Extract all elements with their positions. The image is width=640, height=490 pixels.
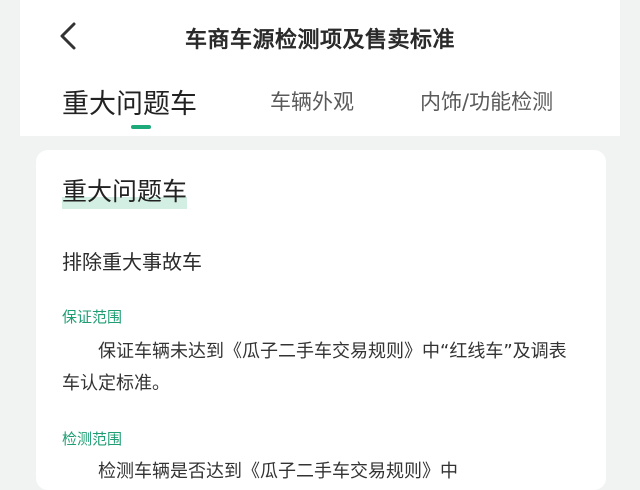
inspection-scope-text: 检测车辆是否达到《瓜子二手车交易规则》中 — [98, 461, 458, 482]
guarantee-scope-text: 保证车辆未达到《瓜子二手车交易规则》中“红线车”及调表车认定标准。 — [62, 341, 567, 394]
page-title: 车商车源检测项及售卖标准 — [184, 28, 455, 53]
tab-bar: 重大问题车 车辆外观 内饰/功能检测 — [20, 72, 620, 136]
section-heading: 排除重大事故车 — [62, 250, 202, 274]
tab-major-issues[interactable]: 重大问题车 — [62, 82, 197, 121]
card-title-block: 重大问题车 — [62, 172, 188, 209]
inspection-scope-label: 检测范围 — [62, 430, 123, 448]
tab-exterior[interactable]: 车辆外观 — [270, 86, 354, 116]
active-tab-indicator — [131, 125, 151, 129]
guarantee-scope-label: 保证范围 — [62, 308, 123, 326]
card-title: 重大问题车 — [62, 177, 188, 206]
tab-interior-function[interactable]: 内饰/功能检测 — [420, 86, 553, 116]
top-nav-bar: 车商车源检测项及售卖标准 — [20, 0, 620, 72]
content-card: 重大问题车 排除重大事故车 保证范围 保证车辆未达到《瓜子二手车交易规则》中“红… — [36, 150, 606, 490]
